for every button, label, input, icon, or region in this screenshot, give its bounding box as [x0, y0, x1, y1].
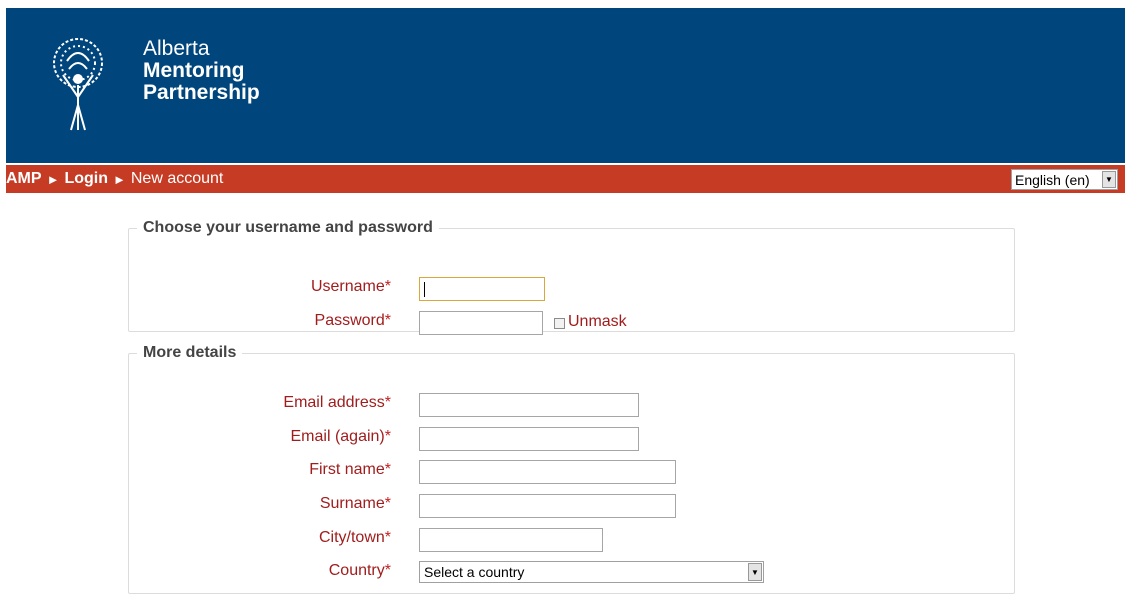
language-select[interactable]: English (en) ▼: [1011, 169, 1118, 190]
site-header: Alberta Mentoring Partnership: [6, 8, 1125, 163]
site-logo-text[interactable]: Alberta Mentoring Partnership: [143, 38, 260, 104]
username-input[interactable]: [419, 277, 545, 301]
surname-row: Surname*: [129, 494, 1014, 518]
surname-input[interactable]: [419, 494, 676, 518]
country-select-value: Select a country: [424, 564, 525, 580]
password-row: Password* Unmask: [129, 311, 1014, 335]
firstname-input[interactable]: [419, 460, 676, 484]
dropdown-arrow-icon[interactable]: ▼: [748, 563, 762, 581]
breadcrumb-login-link[interactable]: Login: [64, 170, 108, 188]
email-again-label: Email (again)*: [290, 428, 392, 445]
dropdown-arrow-icon[interactable]: ▼: [1102, 171, 1116, 188]
required-mark: *: [384, 394, 391, 411]
surname-label: Surname*: [319, 495, 391, 512]
breadcrumb: AMP ► Login ► New account: [6, 170, 223, 188]
city-row: City/town*: [129, 528, 1014, 552]
required-mark: *: [384, 312, 391, 329]
breadcrumb-separator-icon: ►: [46, 171, 60, 187]
logo-line-1: Alberta: [143, 37, 210, 60]
unmask-label[interactable]: Unmask: [568, 313, 627, 331]
tree-figure-icon: [53, 38, 103, 131]
city-input[interactable]: [419, 528, 603, 552]
firstname-label: First name*: [309, 461, 391, 478]
details-section: More details Email address* Email (again…: [128, 344, 1015, 594]
unmask-checkbox[interactable]: [554, 318, 565, 329]
country-select[interactable]: Select a country ▼: [419, 561, 764, 583]
navigation-bar: AMP ► Login ► New account English (en) ▼: [6, 165, 1125, 193]
language-select-value: English (en): [1015, 171, 1090, 188]
email-again-row: Email (again)*: [129, 427, 1014, 451]
country-label: Country*: [328, 562, 391, 579]
required-mark: *: [384, 428, 391, 445]
required-mark: *: [384, 529, 391, 546]
required-mark: *: [384, 495, 391, 512]
details-legend: More details: [143, 344, 237, 361]
password-label: Password*: [314, 312, 391, 329]
email-label: Email address*: [283, 394, 391, 411]
email-input[interactable]: [419, 393, 639, 417]
firstname-row: First name*: [129, 460, 1014, 484]
password-input[interactable]: [419, 311, 543, 335]
required-mark: *: [384, 278, 391, 295]
username-label: Username*: [310, 278, 391, 295]
credentials-section: Choose your username and password Userna…: [128, 219, 1015, 335]
logo-line-3: Partnership: [143, 81, 260, 104]
credentials-legend: Choose your username and password: [143, 219, 433, 236]
email-again-input[interactable]: [419, 427, 639, 451]
text-caret: [424, 282, 425, 297]
required-mark: *: [384, 562, 391, 579]
breadcrumb-current: New account: [130, 170, 224, 187]
email-row: Email address*: [129, 393, 1014, 417]
breadcrumb-amp-link[interactable]: AMP: [6, 170, 42, 188]
required-mark: *: [384, 461, 391, 478]
country-row: Country* Select a country ▼: [129, 561, 1014, 585]
logo-line-2: Mentoring: [143, 59, 245, 82]
username-row: Username*: [129, 277, 1014, 301]
breadcrumb-separator-icon: ►: [112, 171, 126, 187]
city-label: City/town*: [318, 529, 391, 546]
